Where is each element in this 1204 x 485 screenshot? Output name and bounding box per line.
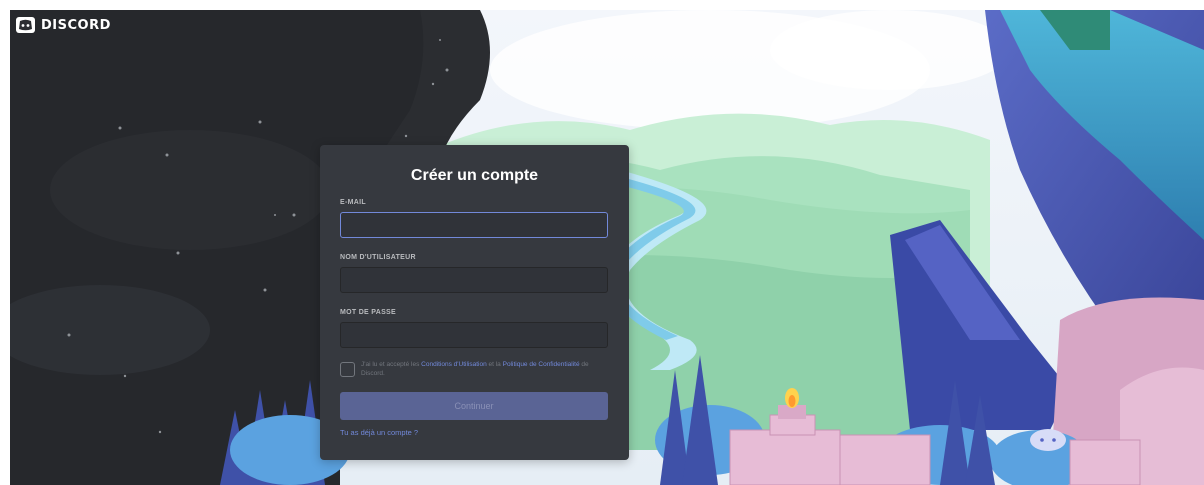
page-title: Créer un compte — [410, 167, 539, 184]
username-group: NOM D'UTILISATEUR — [340, 254, 609, 293]
password-field[interactable] — [340, 322, 608, 348]
username-label: NOM D'UTILISATEUR — [340, 254, 416, 261]
email-label: E-MAIL — [340, 199, 366, 206]
tos-middle: et la — [486, 361, 503, 368]
login-link[interactable]: Tu as déjà un compte ? — [340, 428, 418, 437]
email-group: E-MAIL — [340, 199, 609, 238]
discord-logo-icon — [16, 17, 35, 33]
register-card: Créer un compte E-MAIL NOM D'UTILISATEUR… — [320, 145, 629, 460]
email-field[interactable] — [340, 212, 608, 238]
continue-button[interactable]: Continuer — [340, 392, 608, 420]
tos-checkbox[interactable] — [340, 362, 355, 377]
terms-link[interactable]: Conditions d'Utilisation — [421, 361, 487, 368]
brand[interactable]: DISCORD — [16, 17, 111, 33]
tos-text: J'ai lu et accepté les Conditions d'Util… — [361, 360, 606, 378]
tos-agreement: J'ai lu et accepté les Conditions d'Util… — [340, 360, 609, 378]
password-label: MOT DE PASSE — [340, 309, 396, 316]
brand-wordmark: DISCORD — [41, 17, 111, 33]
privacy-link[interactable]: Politique de Confidentialité — [503, 361, 580, 368]
tos-prefix: J'ai lu et accepté les — [361, 361, 422, 368]
username-field[interactable] — [340, 267, 608, 293]
password-group: MOT DE PASSE — [340, 309, 609, 348]
